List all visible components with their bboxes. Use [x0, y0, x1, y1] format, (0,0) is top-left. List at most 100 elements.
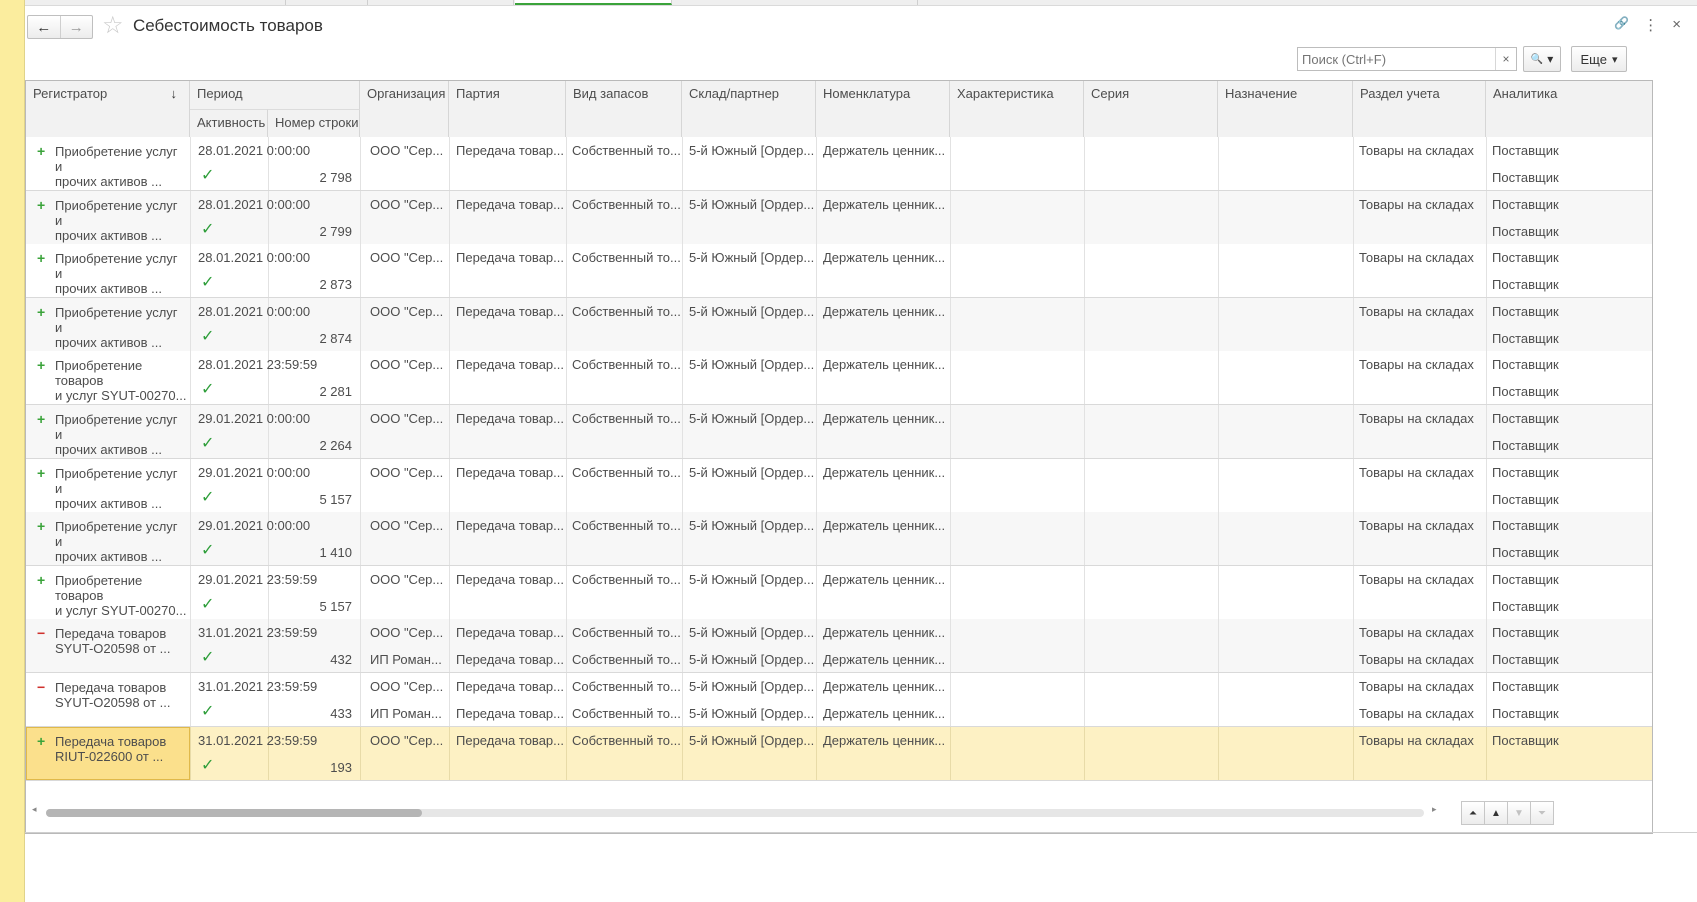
stock-type-cell[interactable]: Собственный то... [572, 465, 681, 480]
line-number-cell[interactable]: 5 157 [268, 599, 352, 614]
last-row-icon[interactable]: ⏷ [1530, 801, 1554, 825]
stock-type-cell[interactable]: Собственный то... [572, 143, 681, 158]
col-period[interactable]: Период [190, 81, 360, 109]
table-row[interactable]: + Приобретение услуг и прочих активов ... 2… [26, 297, 1652, 352]
analytics-cell[interactable]: Поставщик [1492, 331, 1559, 346]
col-accounting-section[interactable]: Раздел учета [1353, 81, 1486, 137]
organization-cell[interactable]: ООО "Сер... [370, 357, 443, 372]
registrar-cell[interactable]: Приобретение услуг и прочих активов ... [55, 144, 187, 189]
stock-type-cell[interactable]: Собственный то... [572, 304, 681, 319]
col-line-number[interactable]: Номер строки [268, 109, 360, 137]
organization-cell[interactable]: ООО "Сер... [370, 411, 443, 426]
search-input[interactable] [1298, 49, 1495, 69]
accounting-section-cell[interactable]: Товары на складах [1359, 143, 1474, 158]
registrar-cell[interactable]: Приобретение услуг и прочих активов ... [55, 198, 187, 243]
stock-type-cell[interactable]: Собственный то... [572, 733, 681, 748]
stock-type-cell[interactable]: Собственный то... [572, 572, 681, 587]
registrar-cell[interactable]: Приобретение товаров и услуг SYUT-00270..… [55, 358, 187, 403]
registrar-cell[interactable]: Приобретение товаров и услуг SYUT-00270..… [55, 573, 187, 618]
analytics-cell[interactable]: Поставщик [1492, 384, 1559, 399]
analytics-cell[interactable]: Поставщик [1492, 652, 1559, 667]
col-nomenclature[interactable]: Номенклатура [816, 81, 950, 137]
stock-type-cell[interactable]: Собственный то... [572, 652, 681, 667]
batch-cell[interactable]: Передача товар... [456, 304, 564, 319]
batch-cell[interactable]: Передача товар... [456, 518, 564, 533]
accounting-section-cell[interactable]: Товары на складах [1359, 572, 1474, 587]
stock-type-cell[interactable]: Собственный то... [572, 411, 681, 426]
nomenclature-cell[interactable]: Держатель ценник... [823, 357, 945, 372]
organization-cell[interactable]: ООО "Сер... [370, 304, 443, 319]
batch-cell[interactable]: Передача товар... [456, 652, 564, 667]
registrar-cell[interactable]: Передача товаров RIUT-022600 от ... [55, 734, 187, 764]
nomenclature-cell[interactable]: Держатель ценник... [823, 197, 945, 212]
accounting-section-cell[interactable]: Товары на складах [1359, 733, 1474, 748]
analytics-cell[interactable]: Поставщик [1492, 143, 1559, 158]
analytics-cell[interactable]: Поставщик [1492, 518, 1559, 533]
scroll-right-icon[interactable]: ▸ [1432, 804, 1437, 815]
scroll-thumb[interactable] [46, 809, 422, 817]
stock-type-cell[interactable]: Собственный то... [572, 706, 681, 721]
table-row[interactable]: + Передача товаров RIUT-022600 от ... 31.01… [26, 726, 1652, 781]
line-number-cell[interactable]: 2 873 [268, 277, 352, 292]
batch-cell[interactable]: Передача товар... [456, 357, 564, 372]
analytics-cell[interactable]: Поставщик [1492, 250, 1559, 265]
col-purpose[interactable]: Назначение [1218, 81, 1353, 137]
tab-2[interactable] [285, 0, 368, 5]
organization-cell[interactable]: ИП Роман... [370, 652, 442, 667]
nomenclature-cell[interactable]: Держатель ценник... [823, 652, 945, 667]
organization-cell[interactable]: ИП Роман... [370, 706, 442, 721]
col-organization[interactable]: Организация [360, 81, 449, 137]
accounting-section-cell[interactable]: Товары на складах [1359, 518, 1474, 533]
col-active[interactable]: Активность [190, 109, 268, 137]
accounting-section-cell[interactable]: Товары на складах [1359, 706, 1474, 721]
organization-cell[interactable]: ООО "Сер... [370, 465, 443, 480]
row-up-icon[interactable]: ▲ [1484, 801, 1508, 825]
accounting-section-cell[interactable]: Товары на складах [1359, 411, 1474, 426]
batch-cell[interactable]: Передача товар... [456, 411, 564, 426]
warehouse-cell[interactable]: 5-й Южный [Ордер... [689, 465, 814, 480]
table-row[interactable]: + Приобретение услуг и прочих активов ... 2… [26, 512, 1652, 567]
nomenclature-cell[interactable]: Держатель ценник... [823, 411, 945, 426]
table-row[interactable]: + Приобретение услуг и прочих активов ... 2… [26, 458, 1652, 513]
more-button[interactable]: Еще ▾ [1571, 46, 1627, 72]
accounting-section-cell[interactable]: Товары на складах [1359, 652, 1474, 667]
period-cell[interactable]: 29.01.2021 0:00:00 [198, 465, 310, 480]
warehouse-cell[interactable]: 5-й Южный [Ордер... [689, 304, 814, 319]
analytics-cell[interactable]: Поставщик [1492, 625, 1559, 640]
row-down-icon[interactable]: ▼ [1507, 801, 1531, 825]
period-cell[interactable]: 28.01.2021 0:00:00 [198, 304, 310, 319]
period-cell[interactable]: 28.01.2021 0:00:00 [198, 143, 310, 158]
analytics-cell[interactable]: Поставщик [1492, 438, 1559, 453]
batch-cell[interactable]: Передача товар... [456, 143, 564, 158]
col-batch[interactable]: Партия [449, 81, 566, 137]
stock-type-cell[interactable]: Собственный то... [572, 250, 681, 265]
nomenclature-cell[interactable]: Держатель ценник... [823, 625, 945, 640]
nomenclature-cell[interactable]: Держатель ценник... [823, 706, 945, 721]
period-cell[interactable]: 29.01.2021 23:59:59 [198, 572, 317, 587]
organization-cell[interactable]: ООО "Сер... [370, 572, 443, 587]
kebab-menu-icon[interactable]: ⋮ [1643, 16, 1658, 34]
col-warehouse[interactable]: Склад/партнер [682, 81, 816, 137]
line-number-cell[interactable]: 5 157 [268, 492, 352, 507]
stock-type-cell[interactable]: Собственный то... [572, 518, 681, 533]
close-icon[interactable]: × [1672, 16, 1681, 34]
analytics-cell[interactable]: Поставщик [1492, 304, 1559, 319]
warehouse-cell[interactable]: 5-й Южный [Ордер... [689, 518, 814, 533]
period-cell[interactable]: 29.01.2021 0:00:00 [198, 518, 310, 533]
table-row[interactable]: − Передача товаров SYUT-O20598 от ... 31.01… [26, 673, 1652, 727]
analytics-cell[interactable]: Поставщик [1492, 224, 1559, 239]
accounting-section-cell[interactable]: Товары на складах [1359, 304, 1474, 319]
stock-type-cell[interactable]: Собственный то... [572, 197, 681, 212]
organization-cell[interactable]: ООО "Сер... [370, 518, 443, 533]
accounting-section-cell[interactable]: Товары на складах [1359, 679, 1474, 694]
batch-cell[interactable]: Передача товар... [456, 706, 564, 721]
analytics-cell[interactable]: Поставщик [1492, 170, 1559, 185]
analytics-cell[interactable]: Поставщик [1492, 679, 1559, 694]
organization-cell[interactable]: ООО "Сер... [370, 679, 443, 694]
batch-cell[interactable]: Передача товар... [456, 572, 564, 587]
scroll-left-icon[interactable]: ◂ [32, 804, 37, 815]
first-row-icon[interactable]: ⏶ [1461, 801, 1485, 825]
period-cell[interactable]: 28.01.2021 23:59:59 [198, 357, 317, 372]
nomenclature-cell[interactable]: Держатель ценник... [823, 465, 945, 480]
period-cell[interactable]: 31.01.2021 23:59:59 [198, 679, 317, 694]
